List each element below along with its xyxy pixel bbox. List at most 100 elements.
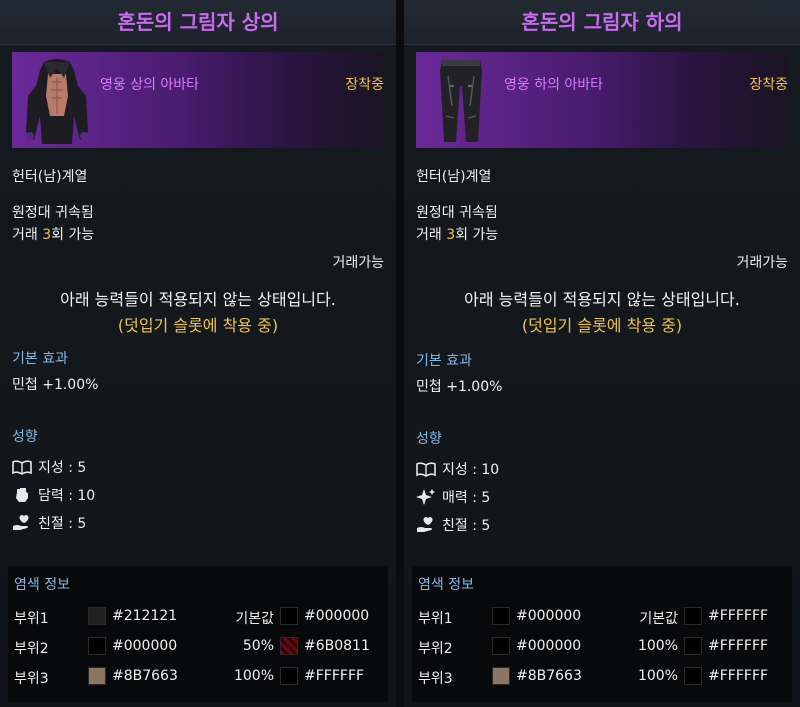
tendency-text: 지성 : 10 <box>442 462 500 478</box>
basic-effect-heading: 기본 효과 <box>12 351 68 367</box>
panel-divider <box>396 0 404 707</box>
dye-hex: #8B7663 <box>112 668 178 684</box>
equip-status: 장착중 <box>345 77 384 93</box>
tendency-row: 매력 : 5 <box>416 486 490 508</box>
class-requirement: 헌터(남)계열 <box>416 169 492 185</box>
dye-info-heading: 염색 정보 <box>418 577 474 593</box>
bound-status: 원정대 귀속됨 <box>416 205 498 221</box>
dye-hex: #212121 <box>112 608 178 624</box>
item-title: 혼돈의 그림자 상의 <box>0 0 396 45</box>
item-tooltip-bottom: 혼돈의 그림자 하의 영웅 하의 아바타 장착중 헌터(남)계열 원정대 귀속됨… <box>404 0 800 707</box>
dye-pattern-hex: #FFFFFF <box>708 608 769 624</box>
top-avatar-image <box>26 59 88 144</box>
avatar-type-label: 영웅 상의 아바타 <box>100 77 200 93</box>
trade-prefix: 거래 <box>416 227 447 243</box>
book-icon <box>12 460 32 475</box>
avatar-banner: 영웅 하의 아바타 장착중 <box>416 52 788 148</box>
book-icon <box>416 462 436 477</box>
dye-percent: 기본값 <box>639 611 678 627</box>
dye-pattern-hex: #6B0811 <box>304 638 370 654</box>
dye-percent: 50% <box>242 638 274 654</box>
dye-percent: 100% <box>233 668 274 684</box>
trade-suffix: 회 가능 <box>455 227 499 243</box>
pants-avatar-image <box>440 60 482 142</box>
trade-suffix: 회 가능 <box>51 227 95 243</box>
inactive-notice: 아래 능력들이 적용되지 않는 상태입니다. <box>464 290 740 309</box>
heart-hand-icon <box>13 515 29 530</box>
dye-info-panel: 염색 정보 부위1 #212121 기본값 #000000 부위2 #00000… <box>8 566 388 702</box>
dye-pattern-hex: #FFFFFF <box>708 638 769 654</box>
dye-color-swatch <box>492 607 510 625</box>
dye-pattern-hex: #FFFFFF <box>304 668 365 684</box>
tradeable-label: 거래가능 <box>332 255 384 271</box>
dye-info-heading: 염색 정보 <box>14 577 70 593</box>
tendency-heading: 성향 <box>12 429 38 445</box>
dye-pattern-swatch <box>280 637 298 655</box>
dye-percent: 기본값 <box>235 611 274 627</box>
dye-pattern-swatch <box>684 637 702 655</box>
dye-part-label: 부위3 <box>14 671 49 687</box>
class-requirement: 헌터(남)계열 <box>12 169 88 185</box>
dye-hex: #000000 <box>516 638 582 654</box>
overlay-slot-notice: (덧입기 슬롯에 착용 중) <box>117 316 279 335</box>
dye-part-label: 부위3 <box>418 671 453 687</box>
dye-color-swatch <box>88 667 106 685</box>
tendency-row: 친절 : 5 <box>12 512 86 534</box>
tendency-text: 친절 : 5 <box>38 516 87 532</box>
tendency-row: 지성 : 5 <box>12 456 86 478</box>
equip-status: 장착중 <box>749 77 788 93</box>
dye-color-swatch <box>492 667 510 685</box>
avatar-banner: 영웅 상의 아바타 장착중 <box>12 52 384 148</box>
avatar-type-label: 영웅 하의 아바타 <box>504 77 604 93</box>
dye-hex: #8B7663 <box>516 668 582 684</box>
tendency-text: 지성 : 5 <box>38 460 87 476</box>
sparkle-icon <box>416 489 435 505</box>
overlay-slot-notice: (덧입기 슬롯에 착용 중) <box>521 316 683 335</box>
heart-hand-icon <box>417 517 433 532</box>
trade-count: 3 <box>446 227 456 243</box>
bound-status: 원정대 귀속됨 <box>12 205 94 221</box>
dye-row: 부위3 #8B7663 100% #FFFFFF <box>418 666 786 688</box>
dye-info-panel: 염색 정보 부위1 #000000 기본값 #FFFFFF 부위2 #00000… <box>412 566 792 702</box>
item-tooltip-top: 혼돈의 그림자 상의 영웅 상의 아바타 장착중 헌터(남)계열 원정대 귀속됨… <box>0 0 396 707</box>
dye-row: 부위1 #212121 기본값 #000000 <box>14 606 382 628</box>
dye-pattern-hex: #000000 <box>304 608 370 624</box>
dye-row: 부위2 #000000 50% #6B0811 <box>14 636 382 658</box>
tendency-row: 친절 : 5 <box>416 514 490 536</box>
dye-part-label: 부위1 <box>418 611 453 627</box>
dye-part-label: 부위2 <box>418 641 453 657</box>
dye-pattern-swatch <box>280 607 298 625</box>
dye-row: 부위3 #8B7663 100% #FFFFFF <box>14 666 382 688</box>
trade-count: 3 <box>42 227 52 243</box>
dye-pattern-swatch <box>684 667 702 685</box>
dye-color-swatch <box>88 637 106 655</box>
dye-hex: #000000 <box>516 608 582 624</box>
dye-part-label: 부위2 <box>14 641 49 657</box>
dye-row: 부위2 #000000 100% #FFFFFF <box>418 636 786 658</box>
trade-limit: 거래 3회 가능 <box>12 224 94 244</box>
inactive-notice: 아래 능력들이 적용되지 않는 상태입니다. <box>60 290 336 309</box>
dye-color-swatch <box>492 637 510 655</box>
dye-part-label: 부위1 <box>14 611 49 627</box>
basic-effect-value: 민첩 +1.00% <box>416 379 503 395</box>
trade-prefix: 거래 <box>12 227 43 243</box>
dye-hex: #000000 <box>112 638 178 654</box>
tendency-row: 지성 : 10 <box>416 458 499 480</box>
basic-effect-heading: 기본 효과 <box>416 353 472 369</box>
dye-color-swatch <box>88 607 106 625</box>
item-title: 혼돈의 그림자 하의 <box>404 0 800 45</box>
tendency-text: 친절 : 5 <box>442 518 491 534</box>
dye-pattern-swatch <box>280 667 298 685</box>
dye-row: 부위1 #000000 기본값 #FFFFFF <box>418 606 786 628</box>
dye-pattern-hex: #FFFFFF <box>708 668 769 684</box>
tendency-heading: 성향 <box>416 431 442 447</box>
tendency-text: 담력 : 10 <box>38 488 96 504</box>
tradeable-label: 거래가능 <box>736 255 788 271</box>
dye-pattern-swatch <box>684 607 702 625</box>
dye-percent: 100% <box>637 668 678 684</box>
tendency-row: 담력 : 10 <box>12 484 95 506</box>
dye-percent: 100% <box>637 638 678 654</box>
trade-limit: 거래 3회 가능 <box>416 224 498 244</box>
basic-effect-value: 민첩 +1.00% <box>12 377 99 393</box>
tendency-text: 매력 : 5 <box>442 490 491 506</box>
